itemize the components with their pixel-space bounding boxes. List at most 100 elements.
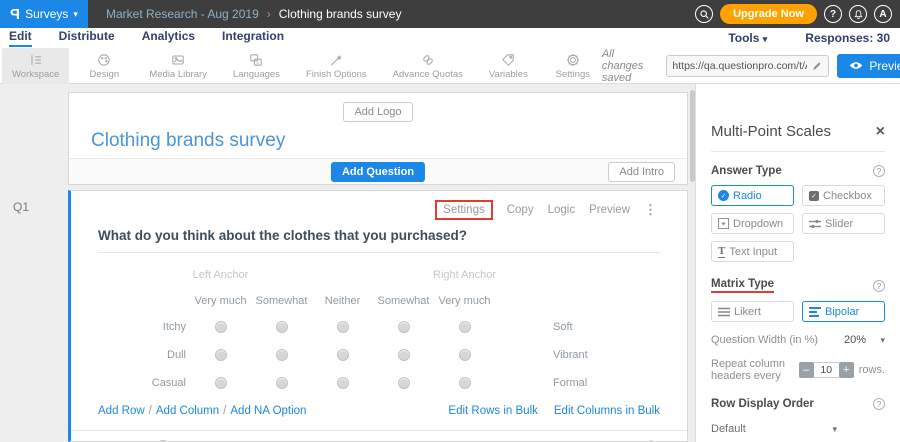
edit-columns-bulk-link[interactable]: Edit Columns in Bulk bbox=[554, 405, 660, 417]
question-card: Settings Copy Logic Preview ⋮ What do yo… bbox=[68, 190, 688, 442]
row-display-order-value: Default bbox=[711, 423, 746, 435]
row-display-order-select[interactable]: Default ▾ bbox=[711, 423, 885, 435]
answer-type-checkbox[interactable]: ✓ Checkbox bbox=[802, 185, 885, 206]
radio-button[interactable] bbox=[215, 321, 227, 333]
repeat-rows-input[interactable] bbox=[814, 362, 839, 378]
pencil-icon[interactable] bbox=[811, 60, 823, 72]
matrix-type-label: Matrix Type bbox=[711, 278, 774, 293]
survey-url-input[interactable] bbox=[672, 60, 807, 72]
add-intro-button[interactable]: Add Intro bbox=[608, 162, 675, 182]
toolbar-item-design[interactable]: Design bbox=[75, 48, 133, 84]
radio-button[interactable] bbox=[337, 377, 349, 389]
survey-header-footer: Add Question Add Intro bbox=[69, 158, 687, 184]
gear-icon bbox=[565, 52, 581, 68]
preview-button[interactable]: Preview bbox=[837, 54, 900, 78]
responses-count[interactable]: Responses: 30 bbox=[805, 31, 890, 45]
tab-integration[interactable]: Integration bbox=[222, 29, 284, 47]
scale-header: Very much bbox=[190, 295, 251, 307]
answer-type-radio[interactable]: ✓ Radio bbox=[711, 185, 794, 206]
question-settings-link[interactable]: Settings bbox=[435, 200, 493, 220]
radio-button[interactable] bbox=[398, 349, 410, 361]
scale-header: Very much bbox=[434, 295, 495, 307]
survey-title[interactable]: Clothing brands survey bbox=[69, 122, 687, 152]
radio-button[interactable] bbox=[337, 321, 349, 333]
close-icon[interactable]: × bbox=[876, 124, 885, 140]
row-display-order-label: Row Display Order bbox=[711, 398, 814, 410]
question-copy-link[interactable]: Copy bbox=[507, 204, 534, 216]
question-logic-link[interactable]: Logic bbox=[548, 204, 576, 216]
scale-header-row: Very much Somewhat Neither Somewhat Very… bbox=[98, 289, 687, 313]
answer-type-slider[interactable]: Slider bbox=[802, 213, 885, 234]
matrix-row: Casual Formal bbox=[98, 369, 687, 397]
help-button[interactable]: ? bbox=[824, 5, 842, 23]
tab-edit[interactable]: Edit bbox=[9, 29, 32, 47]
answer-type-label: Answer Type bbox=[711, 165, 782, 177]
radio-button[interactable] bbox=[459, 321, 471, 333]
matrix-row: Dull Vibrant bbox=[98, 341, 687, 369]
matrix-type-likert[interactable]: Likert bbox=[711, 301, 794, 322]
tools-menu[interactable]: Tools ▾ bbox=[728, 31, 767, 45]
toolbar-item-settings[interactable]: Settings bbox=[544, 48, 602, 84]
radio-check-icon: ✓ bbox=[718, 190, 729, 201]
question-settings-panel: Multi-Point Scales × Answer Type ? ✓ Rad… bbox=[695, 84, 900, 442]
add-logo-button[interactable]: Add Logo bbox=[343, 102, 412, 122]
slider-icon bbox=[809, 219, 821, 229]
breadcrumb-project[interactable]: Market Research - Aug 2019 bbox=[106, 7, 259, 21]
answer-type-text-input[interactable]: T Text Input bbox=[711, 241, 794, 262]
tab-distribute[interactable]: Distribute bbox=[59, 29, 115, 47]
question-text[interactable]: What do you think about the clothes that… bbox=[71, 220, 687, 243]
toolbar-item-advance-quotas[interactable]: Advance Quotas bbox=[383, 48, 473, 84]
upgrade-now-button[interactable]: Upgrade Now bbox=[720, 4, 817, 24]
edit-rows-bulk-link[interactable]: Edit Rows in Bulk bbox=[448, 405, 537, 417]
workspace-icon bbox=[28, 52, 44, 68]
answer-type-dropdown[interactable]: Dropdown bbox=[711, 213, 794, 234]
tab-analytics[interactable]: Analytics bbox=[142, 29, 195, 47]
questionpro-logo-icon: P bbox=[10, 6, 20, 23]
radio-button[interactable] bbox=[459, 377, 471, 389]
toolbar-item-finish-options[interactable]: Finish Options bbox=[296, 48, 377, 84]
search-button[interactable] bbox=[695, 5, 713, 23]
search-icon bbox=[699, 9, 710, 20]
breadcrumb: Market Research - Aug 2019 › Clothing br… bbox=[106, 7, 401, 21]
help-icon[interactable]: ? bbox=[873, 165, 885, 177]
add-column-link[interactable]: Add Column bbox=[156, 405, 219, 417]
add-question-button[interactable]: Add Question bbox=[331, 162, 425, 182]
slash-separator: / bbox=[223, 405, 226, 417]
chain-icon bbox=[420, 52, 436, 68]
toolbar-item-languages[interactable]: A Languages bbox=[223, 48, 290, 84]
increment-button[interactable]: + bbox=[839, 362, 854, 378]
radio-button[interactable] bbox=[459, 349, 471, 361]
toolbar-item-workspace[interactable]: Workspace bbox=[2, 48, 69, 84]
radio-button[interactable] bbox=[215, 349, 227, 361]
question-more-menu[interactable]: ⋮ bbox=[644, 202, 657, 218]
surveys-menu[interactable]: P Surveys ▾ bbox=[0, 0, 88, 28]
help-icon[interactable]: ? bbox=[873, 398, 885, 410]
chevron-down-icon: ▾ bbox=[763, 34, 768, 44]
radio-button[interactable] bbox=[398, 377, 410, 389]
account-avatar[interactable]: A bbox=[874, 5, 892, 23]
survey-url-box[interactable] bbox=[666, 55, 829, 77]
row-right-label: Soft bbox=[553, 321, 573, 333]
add-row-link[interactable]: Add Row bbox=[98, 405, 145, 417]
radio-button[interactable] bbox=[398, 321, 410, 333]
add-na-option-link[interactable]: Add NA Option bbox=[230, 405, 306, 417]
matrix-type-bipolar[interactable]: Bipolar bbox=[802, 301, 885, 322]
toolbar-item-media-library[interactable]: Media Library bbox=[139, 48, 217, 84]
radio-button[interactable] bbox=[276, 349, 288, 361]
radio-button[interactable] bbox=[276, 377, 288, 389]
decrement-button[interactable]: – bbox=[799, 362, 814, 378]
radio-button[interactable] bbox=[215, 377, 227, 389]
radio-button[interactable] bbox=[337, 349, 349, 361]
checkbox-icon: ✓ bbox=[809, 191, 819, 201]
editor-toolbar: Workspace Design Media Library A Languag… bbox=[0, 48, 900, 84]
chevron-down-icon: ▾ bbox=[73, 9, 78, 20]
scale-header: Neither bbox=[312, 295, 373, 307]
toolbar-item-variables[interactable]: Variables bbox=[479, 48, 538, 84]
radio-button[interactable] bbox=[276, 321, 288, 333]
notifications-button[interactable] bbox=[849, 5, 867, 23]
anchor-row: Left Anchor Right Anchor bbox=[98, 265, 687, 285]
question-preview-link[interactable]: Preview bbox=[589, 204, 630, 216]
question-width-control[interactable]: Question Width (in %) 20% ▾ bbox=[711, 334, 885, 346]
bipolar-icon bbox=[809, 307, 821, 317]
help-icon[interactable]: ? bbox=[873, 280, 885, 292]
